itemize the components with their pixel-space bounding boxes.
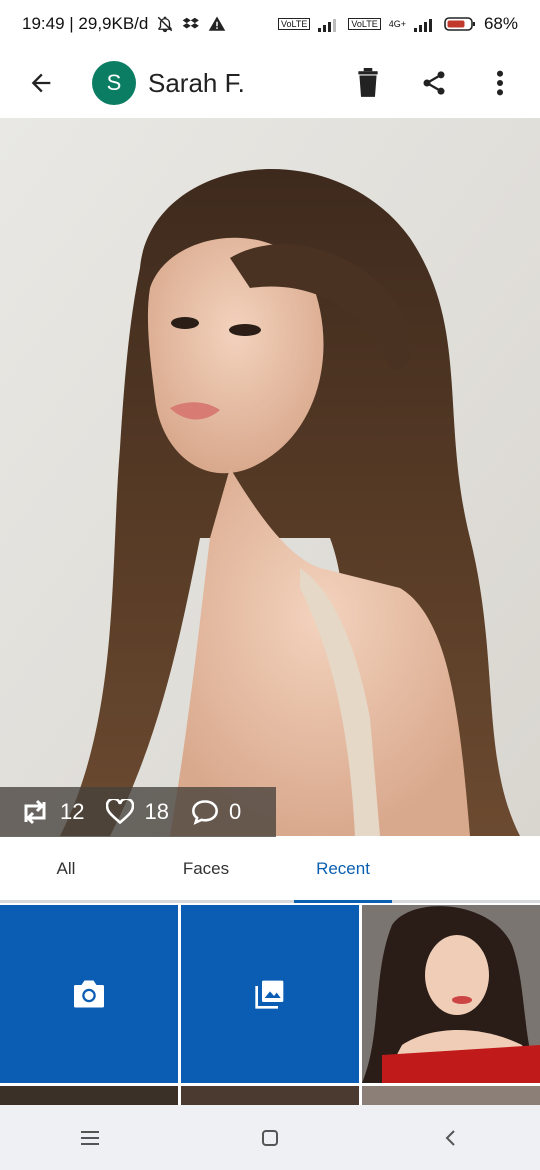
- tab-all-label: All: [56, 858, 76, 878]
- share-icon: [423, 71, 445, 95]
- gallery-icon: [255, 980, 284, 1009]
- share-button[interactable]: [410, 59, 458, 107]
- tab-faces[interactable]: Faces: [132, 837, 280, 900]
- menu-lines-icon: [81, 1130, 99, 1145]
- camera-icon: [74, 980, 104, 1008]
- repost-count: 12: [60, 799, 85, 824]
- gallery-tile[interactable]: [181, 905, 359, 1083]
- recents-button[interactable]: [60, 1118, 120, 1158]
- chevron-left-icon: [445, 1129, 455, 1146]
- thumbnail-image: [362, 905, 540, 1083]
- back-button[interactable]: [16, 58, 66, 108]
- status-time: 19:49 | 29,9KB/d: [22, 14, 149, 33]
- tab-all[interactable]: All: [0, 837, 132, 900]
- home-button[interactable]: [240, 1118, 300, 1158]
- recent-photo-thumb[interactable]: [362, 905, 540, 1083]
- comment-icon: [192, 800, 218, 825]
- battery-icon: [444, 16, 476, 32]
- system-nav-bar: [0, 1105, 540, 1170]
- grid-thumb-5[interactable]: [181, 1086, 359, 1105]
- status-bar: 19:49 | 29,9KB/d VoLTE VoLTE 4G+ 68%: [0, 0, 540, 48]
- more-options-button[interactable]: [476, 59, 524, 107]
- delete-button[interactable]: [344, 59, 392, 107]
- signal-icon: [318, 16, 340, 32]
- app-bar: S Sarah F.: [0, 48, 540, 118]
- more-vert-icon: [496, 70, 504, 96]
- heart-icon: [106, 799, 135, 825]
- camera-tile[interactable]: [0, 905, 178, 1083]
- comment-count: 0: [228, 799, 242, 824]
- portrait-image: [0, 118, 540, 836]
- like-stat[interactable]: 18: [106, 799, 169, 825]
- photo-grid: [0, 905, 540, 1105]
- volte-badge-1: VoLTE: [277, 18, 311, 30]
- grid-thumb-4[interactable]: [0, 1086, 178, 1105]
- tab-faces-label: Faces: [182, 858, 230, 878]
- page-title: Sarah F.: [148, 67, 245, 98]
- avatar-letter: S: [106, 70, 122, 95]
- mute-bell-icon: [156, 15, 174, 33]
- tab-bar: All Faces Recent: [0, 837, 540, 903]
- home-square-icon: [262, 1129, 278, 1146]
- volte-badge-2: VoLTE: [348, 18, 381, 30]
- grid-thumb-6[interactable]: [362, 1086, 540, 1105]
- repost-stat[interactable]: 12: [20, 798, 84, 826]
- main-photo[interactable]: [0, 118, 540, 836]
- tab-recent[interactable]: Recent: [294, 837, 392, 903]
- trash-icon: [358, 68, 378, 97]
- photo-stats: 12 18 0: [0, 787, 276, 837]
- avatar[interactable]: S: [92, 61, 136, 105]
- back-icon: [31, 73, 51, 93]
- battery-percent: 68%: [483, 14, 518, 33]
- network-type: 4G+: [388, 19, 406, 29]
- dropbox-icon: [182, 15, 200, 33]
- like-count: 18: [144, 799, 169, 824]
- signal-icon-2: [413, 16, 436, 32]
- system-back-button[interactable]: [420, 1118, 480, 1158]
- comment-stat[interactable]: 0: [191, 799, 241, 825]
- repost-icon: [24, 799, 46, 825]
- tab-recent-label: Recent: [316, 858, 370, 878]
- warning-icon: [208, 15, 226, 33]
